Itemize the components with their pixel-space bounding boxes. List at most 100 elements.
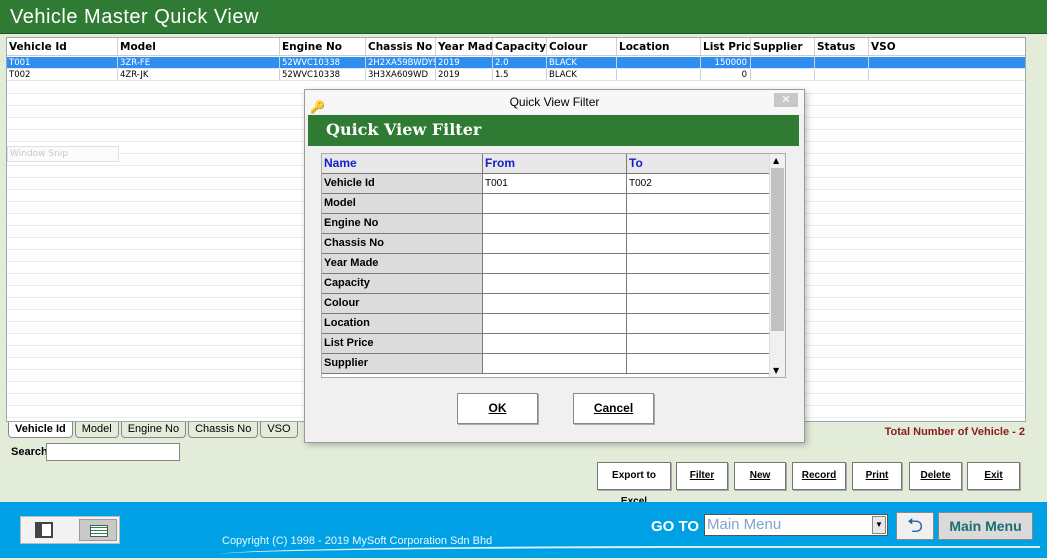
column-header-list-price[interactable]: List Price	[701, 38, 751, 55]
scroll-down-icon[interactable]: ▼	[773, 366, 779, 375]
new-button-label: New	[749, 470, 771, 481]
filter-from-input[interactable]	[483, 254, 627, 273]
window-snip-ghost: Window Snip	[7, 146, 119, 162]
column-header-to: To	[627, 154, 770, 173]
delete-button[interactable]: Delete	[909, 462, 962, 490]
column-header-location[interactable]: Location	[617, 38, 701, 55]
filter-to-input[interactable]	[627, 194, 770, 213]
filter-from-input[interactable]: T001	[483, 174, 627, 193]
filter-to-input[interactable]	[627, 354, 770, 373]
goto-select[interactable]: Main Menu ▼	[704, 514, 888, 536]
filter-from-input[interactable]	[483, 354, 627, 373]
column-header-colour[interactable]: Colour	[547, 38, 617, 55]
filter-to-input[interactable]: T002	[627, 174, 770, 193]
cancel-button[interactable]: Cancel	[573, 393, 654, 424]
table-cell	[869, 57, 1025, 68]
filter-to-input[interactable]	[627, 334, 770, 353]
table-cell: BLACK	[547, 69, 617, 80]
dropdown-arrow-icon[interactable]: ▼	[872, 516, 886, 534]
column-header-engine-no[interactable]: Engine No	[280, 38, 366, 55]
scroll-up-icon[interactable]: ▲	[773, 156, 779, 165]
filter-button[interactable]: Filter	[676, 462, 728, 490]
tab-model[interactable]: Model	[74, 422, 119, 438]
column-header-from: From	[483, 154, 627, 173]
filter-to-input[interactable]	[627, 214, 770, 233]
back-button[interactable]: ⮌	[896, 512, 934, 540]
filter-from-input[interactable]	[483, 214, 627, 233]
filter-from-input[interactable]	[483, 194, 627, 213]
column-header-chassis-no[interactable]: Chassis No	[366, 38, 436, 55]
search-label: Search	[11, 446, 48, 458]
table-cell	[617, 69, 701, 80]
filter-field-name: Year Made	[322, 254, 483, 273]
tab-vehicle-id[interactable]: Vehicle Id	[8, 422, 73, 438]
column-header-status[interactable]: Status	[815, 38, 869, 55]
filter-row: Capacity	[322, 274, 770, 294]
tab-chassis-no[interactable]: Chassis No	[188, 422, 259, 438]
quick-view-filter-dialog: 🔑 Quick View Filter ✕ Quick View Filter …	[304, 89, 805, 443]
table-cell: 150000	[701, 57, 751, 68]
column-header-capacity[interactable]: Capacity	[493, 38, 547, 55]
table-cell	[751, 57, 815, 68]
filter-from-input[interactable]	[483, 234, 627, 253]
print-button[interactable]: Print	[852, 462, 902, 490]
filter-field-name: Capacity	[322, 274, 483, 293]
filter-scrollbar[interactable]: ▲ ▼	[769, 154, 785, 377]
filter-field-name: Engine No	[322, 214, 483, 233]
filter-from-input[interactable]	[483, 294, 627, 313]
sort-tabs: Vehicle Id Model Engine No Chassis No VS…	[8, 422, 300, 438]
column-header-vso[interactable]: VSO	[869, 38, 1025, 55]
ok-button[interactable]: OK	[457, 393, 538, 424]
filter-to-input[interactable]	[627, 294, 770, 313]
filter-field-name: Location	[322, 314, 483, 333]
filter-row: Supplier	[322, 354, 770, 374]
single-view-icon[interactable]	[35, 522, 53, 538]
print-button-label: Print	[865, 470, 889, 481]
tab-engine-no[interactable]: Engine No	[120, 422, 187, 438]
new-button[interactable]: New	[734, 462, 786, 490]
filter-to-input[interactable]	[627, 234, 770, 253]
total-vehicle-count: Total Number of Vehicle - 2	[884, 426, 1025, 438]
filter-field-name: Supplier	[322, 354, 483, 373]
filter-field-name: List Price	[322, 334, 483, 353]
column-header-supplier[interactable]: Supplier	[751, 38, 815, 55]
export-to-excel-button[interactable]: Export to Excel	[597, 462, 671, 507]
filter-from-input[interactable]	[483, 334, 627, 353]
dialog-titlebar: 🔑 Quick View Filter ✕	[305, 90, 804, 114]
view-toggle[interactable]	[20, 516, 120, 544]
table-cell: 2H2XA59BWDY9I	[368, 57, 436, 68]
filter-from-input[interactable]	[483, 314, 627, 333]
column-header-year-made[interactable]: Year Made	[436, 38, 493, 55]
search-input[interactable]	[46, 443, 180, 461]
table-row[interactable]: T001 3ZR-FE 52WVC10338 2H2XA59BWDY9I 201…	[7, 57, 1025, 69]
close-icon[interactable]: ✕	[774, 93, 798, 107]
record-button-label: Record	[801, 470, 837, 481]
filter-row: Year Made	[322, 254, 770, 274]
table-row[interactable]: T002 4ZR-JK 52WVC10338 3H3XA609WD 2019 1…	[7, 69, 1025, 81]
table-cell: 1.5	[493, 69, 547, 80]
filter-to-input[interactable]	[627, 314, 770, 333]
scroll-thumb[interactable]	[771, 168, 784, 331]
table-cell: T002	[7, 69, 118, 80]
filter-field-name: Colour	[322, 294, 483, 313]
tab-vso[interactable]: VSO	[260, 422, 298, 438]
column-header-vehicle-id[interactable]: Vehicle Id	[7, 38, 118, 55]
filter-field-name: Vehicle Id	[322, 174, 483, 193]
record-button[interactable]: Record	[792, 462, 846, 490]
filter-to-input[interactable]	[627, 274, 770, 293]
filter-row: Engine No	[322, 214, 770, 234]
goto-label: GO TO	[651, 518, 700, 535]
filter-button-label: Filter	[689, 470, 715, 481]
table-cell: 2.0	[493, 57, 547, 68]
filter-from-input[interactable]	[483, 274, 627, 293]
dialog-banner-title: Quick View Filter	[326, 120, 482, 139]
filter-to-input[interactable]	[627, 254, 770, 273]
title-bar: Vehicle Master Quick View	[0, 0, 1047, 34]
filter-field-name: Chassis No	[322, 234, 483, 253]
grid-view-icon[interactable]	[79, 519, 117, 541]
main-menu-button[interactable]: Main Menu	[938, 512, 1033, 540]
filter-table: Name From To Vehicle Id T001 T002 Model …	[321, 153, 786, 378]
exit-button[interactable]: Exit	[967, 462, 1020, 490]
filter-row: Location	[322, 314, 770, 334]
column-header-model[interactable]: Model	[118, 38, 280, 55]
